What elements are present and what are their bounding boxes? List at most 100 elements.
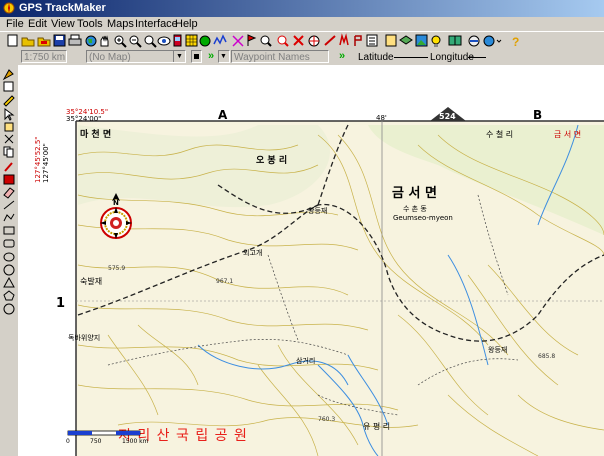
place-label: 오 봉 리 <box>256 154 287 166</box>
menu-help[interactable]: Help <box>175 18 198 30</box>
menu-view[interactable]: View <box>51 18 75 30</box>
ellipse-icon[interactable] <box>3 252 15 262</box>
open-map-icon[interactable] <box>37 37 51 47</box>
dropdown-arrow-icon[interactable]: ▼ <box>173 51 185 62</box>
waypoint-names-field[interactable]: Waypoint Names <box>231 50 329 63</box>
open-folder-icon[interactable] <box>21 37 35 47</box>
pencil-icon[interactable] <box>3 95 15 107</box>
image-map-icon[interactable] <box>415 34 428 47</box>
longitude-value-line <box>468 57 486 58</box>
globe-icon[interactable] <box>85 35 97 47</box>
fill-icon[interactable] <box>3 174 15 185</box>
scale-value: 1:750 km <box>24 52 66 63</box>
lightbulb-icon[interactable] <box>431 35 441 47</box>
waypoint-list-icon[interactable] <box>366 34 378 47</box>
satellite-icon[interactable] <box>199 35 211 47</box>
circle-icon[interactable] <box>3 264 15 276</box>
fix-icon[interactable] <box>339 33 349 46</box>
internet-icon[interactable] <box>483 35 502 47</box>
map-value: (No Map) <box>89 52 131 63</box>
place-label: Geumseo-myeon <box>393 214 453 222</box>
polyline-icon[interactable] <box>3 213 15 222</box>
latitude-label: Latitude <box>358 52 394 63</box>
svg-text:?: ? <box>512 35 519 49</box>
svg-text:575.9: 575.9 <box>108 265 125 272</box>
scale-0: 0 <box>66 438 70 445</box>
compass-tool-icon[interactable] <box>308 35 320 47</box>
view-eye-icon[interactable] <box>157 36 171 46</box>
grid-col-a: A <box>218 108 228 122</box>
waypoint-dropdown[interactable]: ▼ <box>218 50 230 63</box>
edit-track-icon[interactable] <box>277 35 289 47</box>
topographic-map[interactable]: 35°24'10.5" 35°24'00" 127°45'52.5" 127°4… <box>18 65 604 456</box>
scale-combo[interactable]: 1:750 km <box>21 50 67 63</box>
place-label: 삼거리 <box>296 356 315 365</box>
place-label: 수 촌 동 <box>403 204 427 213</box>
title-bar: GPS TrackMaker <box>0 0 604 17</box>
brush-icon[interactable] <box>4 162 13 172</box>
gps-receive-icon[interactable] <box>468 35 480 47</box>
place-label: 독바위양지 <box>68 333 100 342</box>
properties-icon[interactable] <box>385 34 397 47</box>
latitude-value-line <box>394 57 428 58</box>
help-icon[interactable]: ? <box>512 35 519 49</box>
menu-edit[interactable]: Edit <box>28 18 47 30</box>
triangle-icon[interactable] <box>3 276 15 288</box>
app-icon <box>3 2 15 14</box>
menu-interface[interactable]: Interface <box>135 18 178 30</box>
copy-icon[interactable] <box>3 146 14 158</box>
zoom-out-icon[interactable] <box>129 35 142 48</box>
hand-pan-icon[interactable] <box>100 35 109 47</box>
route-icon[interactable] <box>232 35 244 47</box>
scale-1500: 1500 km <box>122 438 149 445</box>
new-file-icon[interactable] <box>7 34 18 47</box>
place-label: 수 철 리 <box>486 129 513 139</box>
rectangle-select-icon[interactable] <box>3 81 14 92</box>
pentagon-icon[interactable] <box>3 290 15 301</box>
waypoint-names-placeholder: Waypoint Names <box>234 52 310 63</box>
dropdown-arrow-icon[interactable]: ▼ <box>219 51 229 62</box>
search-waypoint-icon[interactable] <box>260 35 272 47</box>
place-label: 유 평 리 <box>363 421 390 431</box>
place-label: 숙발재 <box>80 276 102 286</box>
menu-tools[interactable]: Tools <box>77 18 103 30</box>
map-view[interactable]: 35°24'10.5" 35°24'00" 127°45'52.5" 127°4… <box>18 65 604 456</box>
drawing-toolbar <box>0 65 19 456</box>
zoom-in-icon[interactable] <box>114 35 127 48</box>
grid-map-icon[interactable] <box>185 34 198 47</box>
rectangle-icon[interactable] <box>3 226 15 235</box>
scale-750: 750 <box>90 438 102 445</box>
layers-icon[interactable] <box>399 35 413 45</box>
save-icon[interactable] <box>53 34 66 47</box>
menu-maps[interactable]: Maps <box>107 18 134 30</box>
book-icon[interactable] <box>448 35 462 46</box>
go-arrow-icon[interactable]: » <box>336 51 348 63</box>
gps-device-icon[interactable] <box>173 34 182 47</box>
select-hand-icon[interactable] <box>2 69 14 81</box>
map-select[interactable]: (No Map) ▼ <box>86 50 186 63</box>
place-label: 마 천 면 <box>80 128 111 140</box>
polygon-icon[interactable] <box>3 303 15 315</box>
line-icon[interactable] <box>3 200 15 210</box>
delete-waypoint-icon[interactable] <box>293 35 304 46</box>
place-label: 왕등재 <box>308 206 327 215</box>
print-icon[interactable] <box>68 34 82 46</box>
menu-file[interactable]: File <box>6 18 24 30</box>
map-options-button[interactable] <box>191 50 202 63</box>
go-arrow-icon[interactable]: » <box>205 51 217 63</box>
track-icon[interactable] <box>213 34 227 45</box>
elevation-badge: 524 <box>439 112 456 121</box>
rounded-rect-icon[interactable] <box>3 239 15 248</box>
minute-mark: 48' <box>376 114 387 122</box>
cut-icon[interactable] <box>4 134 14 144</box>
measure-icon[interactable] <box>324 35 336 46</box>
svg-text:967.1: 967.1 <box>216 278 233 285</box>
waypoint-flag-icon[interactable] <box>247 34 257 46</box>
svg-text:685.8: 685.8 <box>538 353 555 360</box>
place-label: 외고개 <box>243 248 262 257</box>
arrow-pointer-icon[interactable] <box>4 108 15 121</box>
route-points-icon[interactable] <box>354 35 362 46</box>
move-icon[interactable] <box>4 122 14 132</box>
eraser-icon[interactable] <box>3 187 15 199</box>
zoom-area-icon[interactable] <box>144 35 157 48</box>
